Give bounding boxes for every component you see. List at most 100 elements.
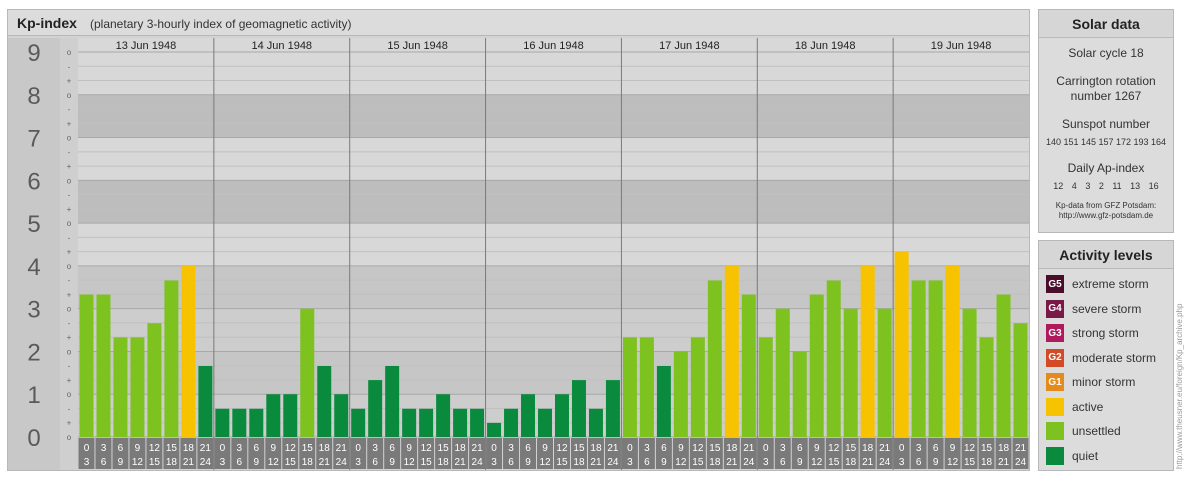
y-minor-label: + [67, 419, 72, 428]
x-tick-label-start: 6 [933, 443, 939, 454]
x-tick-label-end: 9 [797, 457, 803, 468]
kp-bar [588, 408, 603, 437]
x-tick-label-start: 18 [862, 443, 874, 454]
x-tick-label-end: 6 [101, 457, 107, 468]
y-minor-label: o [67, 262, 72, 271]
kp-bar [809, 294, 824, 437]
kp-bar [453, 408, 468, 437]
plot-band [78, 94, 1029, 138]
x-tick-label-start: 21 [607, 443, 619, 454]
x-tick-label-end: 21 [590, 457, 602, 468]
x-tick-label-end: 12 [404, 457, 416, 468]
kp-bar [317, 365, 332, 437]
legend-label: severe storm [1072, 301, 1142, 316]
x-tick-label-end: 9 [933, 457, 939, 468]
kp-bar [707, 280, 722, 437]
x-tick-label-start: 18 [998, 443, 1010, 454]
day-label: 18 Jun 1948 [795, 40, 856, 52]
x-tick-label-end: 12 [268, 457, 280, 468]
x-tick-label-end: 3 [491, 457, 497, 468]
y-minor-label: + [67, 376, 72, 385]
kp-bar [487, 422, 502, 437]
y-minor-label: - [68, 404, 71, 413]
y-tick-label: 9 [27, 40, 40, 67]
legend-item-quiet: quiet [1046, 446, 1098, 466]
x-tick-label-end: 6 [372, 457, 378, 468]
x-tick-label-end: 24 [879, 457, 891, 468]
x-tick-label-start: 0 [220, 443, 226, 454]
x-tick-label-end: 15 [828, 457, 840, 468]
x-tick-label-start: 21 [472, 443, 484, 454]
day-label: 15 Jun 1948 [387, 40, 448, 52]
legend-swatch [1046, 446, 1064, 465]
x-tick-label-end: 3 [899, 457, 905, 468]
legend-label: quiet [1072, 448, 1099, 463]
kp-bar [232, 408, 247, 437]
x-tick-label-start: 3 [237, 443, 243, 454]
x-tick-label-end: 18 [845, 457, 857, 468]
x-tick-label-start: 6 [525, 443, 531, 454]
x-tick-label-start: 3 [644, 443, 650, 454]
x-tick-label-end: 18 [981, 457, 993, 468]
legend-swatch: G5 [1046, 275, 1064, 293]
kp-bar [351, 408, 366, 437]
y-minor-label: - [68, 62, 71, 71]
x-tick-label-start: 9 [542, 443, 548, 454]
kp-bar [555, 394, 569, 437]
legend-label: extreme storm [1072, 277, 1149, 291]
kp-bar [504, 408, 519, 437]
kp-bar [979, 337, 994, 437]
x-tick-label-end: 6 [508, 457, 514, 468]
y-minor-label: o [67, 176, 72, 185]
x-tick-label-end: 18 [302, 457, 314, 468]
kp-bar [826, 280, 841, 437]
day-label: 16 Jun 1948 [523, 40, 584, 52]
kp-bar [300, 308, 315, 437]
x-tick-label-start: 0 [491, 443, 497, 454]
kp-bar [130, 337, 145, 437]
y-tick-label: 1 [27, 382, 40, 409]
kp-bar [521, 394, 536, 437]
x-tick-label-end: 24 [472, 457, 484, 468]
x-tick-label-end: 6 [780, 457, 786, 468]
kp-bar [945, 265, 960, 437]
x-tick-label-start: 0 [355, 443, 361, 454]
x-tick-label-start: 9 [814, 443, 820, 454]
activity-levels-title: Activity levels [1039, 241, 1173, 269]
legend-label: minor storm [1072, 375, 1136, 389]
day-label: 13 Jun 1948 [116, 40, 177, 52]
y-minor-label: o [67, 91, 72, 100]
x-tick-label-end: 9 [254, 457, 260, 468]
chart-subtitle: (planetary 3-hourly index of geomagnetic… [90, 17, 352, 31]
x-tick-label-start: 12 [149, 443, 161, 454]
kp-bar [1013, 323, 1028, 437]
x-tick-label-end: 21 [998, 457, 1010, 468]
legend-swatch: G1 [1046, 373, 1064, 391]
sunspot-values: 140 151 145 157 172 193 164 [1045, 137, 1167, 147]
y-minor-label: o [67, 347, 72, 356]
kp-bar [860, 265, 875, 437]
x-tick-label-end: 12 [675, 457, 687, 468]
y-tick-label: 4 [27, 254, 40, 281]
ap-index-values: 12 4 3 2 11 13 16 [1053, 181, 1159, 191]
kp-bar [419, 408, 434, 437]
legend-item-extreme-storm: G5 extreme storm [1046, 274, 1149, 294]
y-minor-label: + [67, 205, 72, 214]
x-tick-label-start: 0 [763, 443, 769, 454]
legend-label: active [1072, 399, 1104, 414]
x-tick-label-start: 21 [743, 443, 755, 454]
y-tick-label: 2 [27, 339, 40, 366]
watermark-text: http://www.theusner.eu/foreign/Kp_archiv… [1175, 303, 1184, 469]
kp-bar [894, 251, 909, 437]
x-tick-label-end: 9 [389, 457, 395, 468]
y-minor-label: - [68, 191, 71, 200]
x-tick-label-start: 21 [1015, 443, 1027, 454]
x-tick-label-end: 21 [319, 457, 331, 468]
x-tick-label-end: 6 [237, 457, 243, 468]
x-tick-label-start: 0 [627, 443, 633, 454]
x-tick-label-start: 6 [254, 443, 260, 454]
kp-bar [385, 365, 400, 437]
x-tick-label-end: 12 [539, 457, 551, 468]
x-tick-label-start: 3 [508, 443, 514, 454]
x-tick-label-end: 21 [862, 457, 874, 468]
